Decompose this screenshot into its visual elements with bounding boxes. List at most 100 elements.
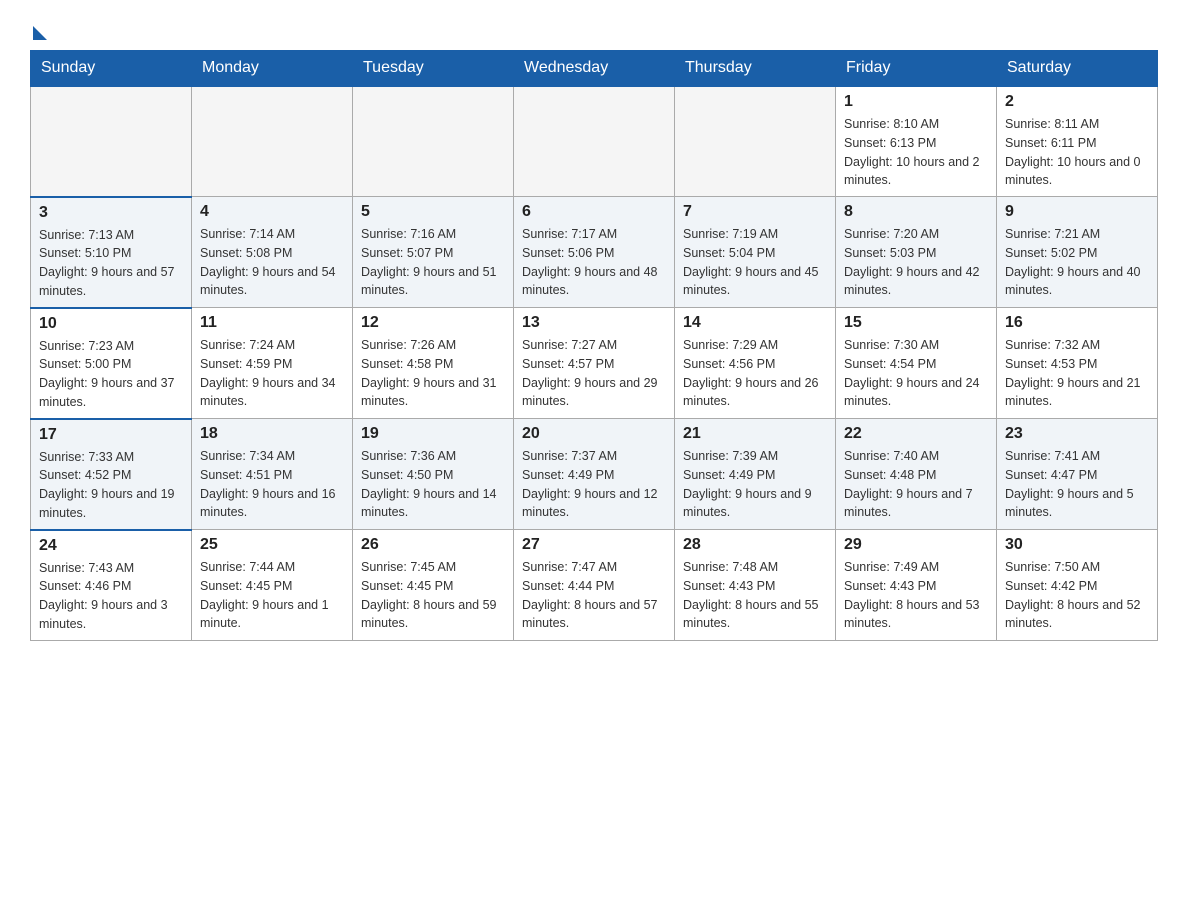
day-number: 7 [683,203,827,221]
calendar-cell-1-4 [514,86,675,197]
calendar-cell-1-6: 1 Sunrise: 8:10 AMSunset: 6:13 PMDaylight… [836,86,997,197]
day-number: 22 [844,425,988,443]
calendar-cell-4-7: 23Sunrise: 7:41 AMSunset: 4:47 PMDayligh… [997,419,1158,530]
day-number: 19 [361,425,505,443]
day-info: Sunrise: 7:13 AMSunset: 5:10 PMDaylight:… [39,226,183,301]
day-info: Sunrise: 7:33 AMSunset: 4:52 PMDaylight:… [39,448,183,523]
calendar-cell-1-1 [31,86,192,197]
calendar-cell-2-3: 5 Sunrise: 7:16 AMSunset: 5:07 PMDaylight… [353,197,514,308]
col-friday: Friday [836,51,997,87]
calendar-cell-1-5 [675,86,836,197]
day-info: Sunrise: 7:40 AMSunset: 4:48 PMDaylight:… [844,447,988,522]
logo [30,20,47,40]
col-saturday: Saturday [997,51,1158,87]
day-info: Sunrise: 7:24 AMSunset: 4:59 PMDaylight:… [200,336,344,411]
calendar-cell-3-6: 15 Sunrise: 7:30 AMSunset: 4:54 PMDayligh… [836,308,997,419]
calendar-cell-4-1: 17Sunrise: 7:33 AMSunset: 4:52 PMDayligh… [31,419,192,530]
calendar-cell-4-2: 18 Sunrise: 7:34 AMSunset: 4:51 PMDayligh… [192,419,353,530]
day-number: 18 [200,425,344,443]
calendar-cell-4-6: 22 Sunrise: 7:40 AMSunset: 4:48 PMDayligh… [836,419,997,530]
day-number: 29 [844,536,988,554]
day-info: Sunrise: 7:37 AMSunset: 4:49 PMDaylight:… [522,447,666,522]
calendar-week-5: 24 Sunrise: 7:43 AMSunset: 4:46 PMDayligh… [31,530,1158,641]
day-number: 25 [200,536,344,554]
day-number: 16 [1005,314,1149,332]
day-info: Sunrise: 8:11 AMSunset: 6:11 PMDaylight:… [1005,115,1149,190]
day-info: Sunrise: 7:14 AMSunset: 5:08 PMDaylight:… [200,225,344,300]
day-info: Sunrise: 8:10 AMSunset: 6:13 PMDaylight:… [844,115,988,190]
page-header [30,20,1158,40]
day-number: 12 [361,314,505,332]
day-number: 14 [683,314,827,332]
calendar-cell-1-2 [192,86,353,197]
day-info: Sunrise: 7:36 AMSunset: 4:50 PMDaylight:… [361,447,505,522]
day-number: 28 [683,536,827,554]
calendar-cell-5-4: 27 Sunrise: 7:47 AMSunset: 4:44 PMDayligh… [514,530,675,641]
calendar-cell-2-4: 6 Sunrise: 7:17 AMSunset: 5:06 PMDaylight… [514,197,675,308]
day-number: 10 [39,315,183,333]
col-tuesday: Tuesday [353,51,514,87]
day-info: Sunrise: 7:26 AMSunset: 4:58 PMDaylight:… [361,336,505,411]
calendar-week-3: 10 Sunrise: 7:23 AMSunset: 5:00 PMDayligh… [31,308,1158,419]
day-info: Sunrise: 7:21 AMSunset: 5:02 PMDaylight:… [1005,225,1149,300]
day-info: Sunrise: 7:23 AMSunset: 5:00 PMDaylight:… [39,337,183,412]
calendar-cell-3-3: 12 Sunrise: 7:26 AMSunset: 4:58 PMDayligh… [353,308,514,419]
calendar-cell-2-5: 7 Sunrise: 7:19 AMSunset: 5:04 PMDaylight… [675,197,836,308]
calendar-cell-5-7: 30 Sunrise: 7:50 AMSunset: 4:42 PMDayligh… [997,530,1158,641]
day-number: 20 [522,425,666,443]
calendar-cell-1-3 [353,86,514,197]
calendar-cell-5-6: 29 Sunrise: 7:49 AMSunset: 4:43 PMDayligh… [836,530,997,641]
day-info: Sunrise: 7:47 AMSunset: 4:44 PMDaylight:… [522,558,666,633]
day-number: 5 [361,203,505,221]
day-number: 13 [522,314,666,332]
day-info: Sunrise: 7:17 AMSunset: 5:06 PMDaylight:… [522,225,666,300]
calendar-cell-2-7: 9 Sunrise: 7:21 AMSunset: 5:02 PMDaylight… [997,197,1158,308]
calendar-cell-2-6: 8 Sunrise: 7:20 AMSunset: 5:03 PMDaylight… [836,197,997,308]
day-info: Sunrise: 7:48 AMSunset: 4:43 PMDaylight:… [683,558,827,633]
day-info: Sunrise: 7:50 AMSunset: 4:42 PMDaylight:… [1005,558,1149,633]
day-number: 26 [361,536,505,554]
day-number: 11 [200,314,344,332]
col-thursday: Thursday [675,51,836,87]
col-sunday: Sunday [31,51,192,87]
day-info: Sunrise: 7:19 AMSunset: 5:04 PMDaylight:… [683,225,827,300]
day-number: 8 [844,203,988,221]
calendar-cell-3-5: 14 Sunrise: 7:29 AMSunset: 4:56 PMDayligh… [675,308,836,419]
day-number: 1 [844,93,988,111]
day-info: Sunrise: 7:44 AMSunset: 4:45 PMDaylight:… [200,558,344,633]
calendar-cell-3-4: 13 Sunrise: 7:27 AMSunset: 4:57 PMDayligh… [514,308,675,419]
day-info: Sunrise: 7:49 AMSunset: 4:43 PMDaylight:… [844,558,988,633]
day-info: Sunrise: 7:41 AMSunset: 4:47 PMDaylight:… [1005,447,1149,522]
col-wednesday: Wednesday [514,51,675,87]
day-number: 9 [1005,203,1149,221]
day-info: Sunrise: 7:34 AMSunset: 4:51 PMDaylight:… [200,447,344,522]
day-info: Sunrise: 7:45 AMSunset: 4:45 PMDaylight:… [361,558,505,633]
calendar-cell-3-2: 11 Sunrise: 7:24 AMSunset: 4:59 PMDayligh… [192,308,353,419]
day-info: Sunrise: 7:39 AMSunset: 4:49 PMDaylight:… [683,447,827,522]
day-number: 2 [1005,93,1149,111]
day-info: Sunrise: 7:27 AMSunset: 4:57 PMDaylight:… [522,336,666,411]
day-info: Sunrise: 7:16 AMSunset: 5:07 PMDaylight:… [361,225,505,300]
day-number: 6 [522,203,666,221]
day-info: Sunrise: 7:29 AMSunset: 4:56 PMDaylight:… [683,336,827,411]
calendar-cell-4-4: 20 Sunrise: 7:37 AMSunset: 4:49 PMDayligh… [514,419,675,530]
day-number: 15 [844,314,988,332]
calendar-cell-2-2: 4Sunrise: 7:14 AMSunset: 5:08 PMDaylight… [192,197,353,308]
calendar-cell-4-5: 21Sunrise: 7:39 AMSunset: 4:49 PMDayligh… [675,419,836,530]
day-number: 3 [39,204,183,222]
day-number: 27 [522,536,666,554]
calendar-cell-1-7: 2 Sunrise: 8:11 AMSunset: 6:11 PMDaylight… [997,86,1158,197]
day-number: 24 [39,537,183,555]
calendar-cell-5-2: 25 Sunrise: 7:44 AMSunset: 4:45 PMDayligh… [192,530,353,641]
calendar-cell-5-1: 24 Sunrise: 7:43 AMSunset: 4:46 PMDayligh… [31,530,192,641]
day-info: Sunrise: 7:20 AMSunset: 5:03 PMDaylight:… [844,225,988,300]
calendar-cell-2-1: 3 Sunrise: 7:13 AMSunset: 5:10 PMDaylight… [31,197,192,308]
calendar-header-row: Sunday Monday Tuesday Wednesday Thursday… [31,51,1158,87]
calendar-cell-4-3: 19 Sunrise: 7:36 AMSunset: 4:50 PMDayligh… [353,419,514,530]
day-number: 30 [1005,536,1149,554]
calendar-cell-5-3: 26 Sunrise: 7:45 AMSunset: 4:45 PMDayligh… [353,530,514,641]
calendar-cell-3-7: 16Sunrise: 7:32 AMSunset: 4:53 PMDayligh… [997,308,1158,419]
day-info: Sunrise: 7:30 AMSunset: 4:54 PMDaylight:… [844,336,988,411]
calendar-week-1: 1 Sunrise: 8:10 AMSunset: 6:13 PMDaylight… [31,86,1158,197]
day-info: Sunrise: 7:43 AMSunset: 4:46 PMDaylight:… [39,559,183,634]
